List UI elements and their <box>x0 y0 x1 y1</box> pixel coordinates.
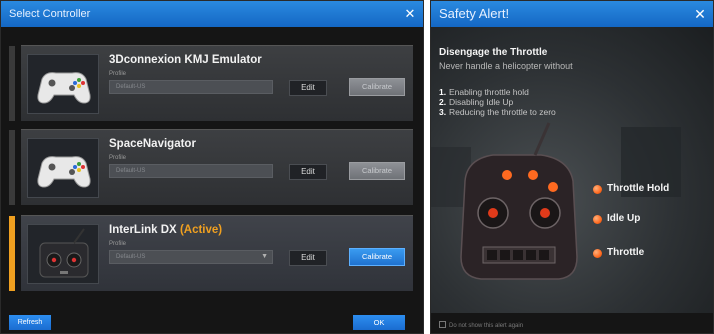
select-controller-titlebar: Select Controller ✕ <box>1 1 423 27</box>
list-item: 3. Reducing the throttle to zero <box>439 107 556 117</box>
calibrate-button[interactable]: Calibrate <box>349 78 405 96</box>
list-item: 1. Enabling throttle hold <box>439 87 529 97</box>
close-icon[interactable]: ✕ <box>693 1 707 27</box>
card-accent-bar <box>9 130 15 205</box>
legend-idle-up: Idle Up <box>593 213 640 224</box>
profile-label: Profile <box>109 241 127 247</box>
profile-label: Profile <box>109 155 127 161</box>
profile-label: Profile <box>109 71 127 77</box>
active-status-label: (Active) <box>179 224 223 236</box>
edit-button[interactable]: Edit <box>289 164 327 180</box>
orange-dot-icon <box>593 215 602 224</box>
alert-heading: Disengage the Throttle <box>439 47 548 58</box>
safety-alert-titlebar: Safety Alert! ✕ <box>431 1 713 27</box>
chevron-down-icon: ▼ <box>261 253 268 260</box>
calibrate-button[interactable]: Calibrate <box>349 162 405 180</box>
controller-name: SpaceNavigator <box>109 138 196 150</box>
controller-name: 3Dconnexion KMJ Emulator <box>109 54 262 66</box>
dialog-title: Select Controller <box>9 8 91 20</box>
profile-value: Default-US <box>116 254 146 260</box>
list-item: 2. Disabling Idle Up <box>439 97 514 107</box>
profile-select[interactable]: Default-US <box>109 164 273 178</box>
safety-alert-dialog: Safety Alert! ✕ Disengage the Throttle N… <box>430 0 714 334</box>
alert-subheading: Never handle a helicopter without <box>439 61 573 71</box>
edit-button[interactable]: Edit <box>289 80 327 96</box>
legend-throttle: Throttle <box>593 247 644 258</box>
controller-card-3dconnexion[interactable]: 3Dconnexion KMJ Emulator Profile Default… <box>9 45 413 121</box>
gamepad-icon <box>27 54 99 114</box>
orange-dot-icon <box>593 185 602 194</box>
orange-dot-icon <box>593 249 602 258</box>
profile-select[interactable]: Default-US <box>109 80 273 94</box>
checkbox-icon[interactable] <box>439 321 446 328</box>
controller-card-spacenavigator[interactable]: SpaceNavigator Profile Default-US Edit C… <box>9 129 413 205</box>
calibrate-button[interactable]: Calibrate <box>349 248 405 266</box>
profile-select[interactable]: Default-US ▼ <box>109 250 273 264</box>
edit-button[interactable]: Edit <box>289 250 327 266</box>
rc-transmitter-illustration <box>460 122 578 280</box>
ok-button[interactable]: OK <box>353 315 405 330</box>
alert-steps-list: 1. Enabling throttle hold 2. Disabling Idl… <box>439 87 556 117</box>
gamepad-icon <box>27 138 99 198</box>
card-accent-bar <box>9 46 15 121</box>
profile-value: Default-US <box>116 168 146 174</box>
refresh-button[interactable]: Refresh <box>9 315 51 330</box>
legend-throttle-hold: Throttle Hold <box>593 183 669 194</box>
controller-name: InterLink DX (Active) <box>109 224 223 236</box>
rc-transmitter-icon <box>27 224 99 284</box>
profile-value: Default-US <box>116 84 146 90</box>
controller-card-interlink-dx[interactable]: InterLink DX (Active) Profile Default-US… <box>9 215 413 291</box>
dialog-title: Safety Alert! <box>439 6 510 21</box>
close-icon[interactable]: ✕ <box>403 1 417 27</box>
active-accent-bar <box>9 216 15 291</box>
dont-show-again-checkbox[interactable]: Do not show this alert again <box>439 321 523 329</box>
select-controller-dialog: Select Controller ✕ 3Dconnexion KMJ Emul… <box>0 0 424 334</box>
